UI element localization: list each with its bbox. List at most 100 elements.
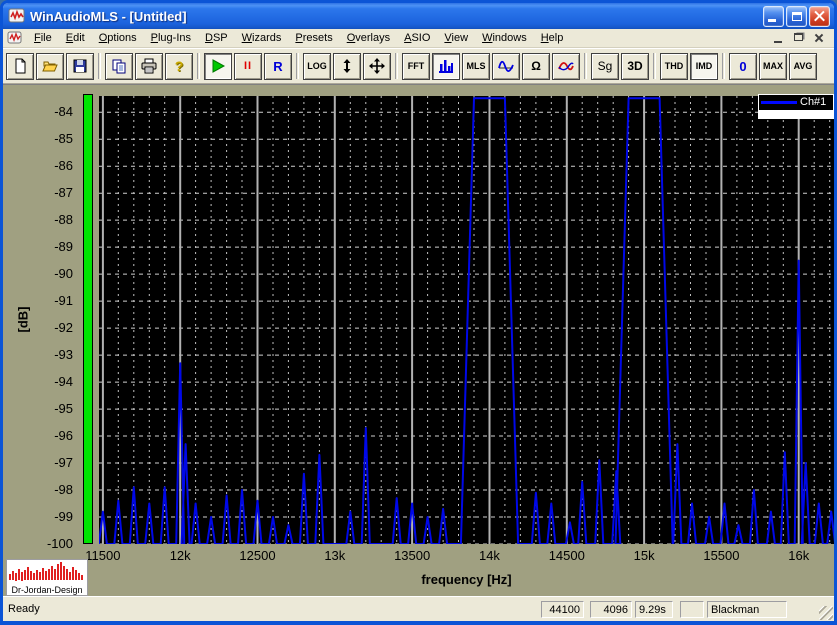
mdi-close-button[interactable] — [812, 32, 826, 44]
y-tick-label: -98 — [54, 482, 73, 498]
y-tick-label: -86 — [54, 158, 73, 174]
move-cross-icon — [369, 58, 385, 74]
y-tick-label: -92 — [54, 320, 73, 336]
minimize-icon — [768, 18, 776, 22]
minimize-button[interactable] — [763, 5, 784, 27]
y-tick-label: -89 — [54, 239, 73, 255]
toolbar-separator — [584, 53, 587, 79]
3d-view-button[interactable]: 3D — [621, 52, 649, 80]
imd-button[interactable]: IMD — [690, 52, 718, 80]
mdi-minimize-button[interactable] — [772, 32, 786, 44]
x-tick-label: 15500 — [703, 548, 740, 563]
impedance-button[interactable]: Ω — [522, 52, 550, 80]
pause-icon: II — [243, 60, 253, 72]
logo-waveform-icon — [9, 562, 83, 581]
save-button[interactable] — [66, 52, 94, 80]
copy-button[interactable] — [105, 52, 133, 80]
menu-help[interactable]: Help — [534, 30, 571, 46]
pause-button[interactable]: II — [234, 52, 262, 80]
pan-zoom-button[interactable] — [363, 52, 391, 80]
status-message: Ready — [8, 603, 40, 615]
help-button[interactable]: ? — [165, 52, 193, 80]
mdi-document-icon — [7, 31, 22, 44]
plot-canvas[interactable] — [99, 96, 834, 544]
menu-overlays[interactable]: Overlays — [340, 30, 397, 46]
mdi-close-icon — [812, 32, 826, 44]
status-window-function: Blackman — [707, 601, 787, 618]
reset-averaging-button[interactable]: 0 — [729, 52, 757, 80]
save-floppy-icon — [73, 59, 87, 73]
x-axis-title: frequency [Hz] — [421, 572, 512, 587]
menu-asio[interactable]: ASIO — [397, 30, 437, 46]
menu-plug-ins[interactable]: Plug-Ins — [144, 30, 198, 46]
signal-generator-button[interactable] — [492, 52, 520, 80]
y-tick-label: -97 — [54, 455, 73, 471]
overlay-curves-button[interactable] — [552, 52, 580, 80]
mls-button[interactable]: MLS — [462, 52, 490, 80]
menu-dsp[interactable]: DSP — [198, 30, 235, 46]
play-button[interactable] — [204, 52, 232, 80]
app-window: WinAudioMLS - [Untitled] File Edit Options… — [0, 0, 837, 625]
red-blue-waves-icon — [558, 62, 574, 71]
y-tick-label: -88 — [54, 212, 73, 228]
toolbar-separator — [197, 53, 200, 79]
mdi-restore-icon — [794, 33, 803, 41]
new-document-icon — [15, 58, 26, 74]
x-tick-label: 16k — [788, 548, 810, 563]
max-hold-button[interactable]: MAX — [759, 52, 787, 80]
menu-view[interactable]: View — [437, 30, 475, 46]
menu-options[interactable]: Options — [92, 30, 144, 46]
maximize-icon — [792, 11, 802, 21]
y-tick-label: -84 — [54, 104, 73, 120]
thd-button[interactable]: THD — [660, 52, 688, 80]
vendor-logo: Dr-Jordan-Design — [6, 559, 88, 596]
status-empty-panel — [680, 601, 704, 618]
print-button[interactable] — [135, 52, 163, 80]
status-bar: Ready 44100 4096 9.29s Blackman — [3, 596, 834, 621]
record-icon: R — [273, 58, 283, 74]
y-tick-label: -94 — [54, 374, 73, 390]
spectrum-bars-icon — [439, 60, 453, 73]
record-button[interactable]: R — [264, 52, 292, 80]
vertical-zoom-button[interactable] — [333, 52, 361, 80]
toolbar-separator — [296, 53, 299, 79]
resize-grip[interactable] — [819, 606, 833, 620]
mdi-restore-button[interactable] — [792, 32, 806, 44]
open-button[interactable] — [36, 52, 64, 80]
copy-icon — [112, 59, 126, 74]
x-tick-label: 12k — [169, 548, 191, 563]
maximize-button[interactable] — [786, 5, 807, 27]
legend-label: Ch#1 — [800, 96, 827, 108]
play-icon — [212, 59, 226, 73]
status-fftsize: 4096 — [590, 601, 632, 618]
close-icon — [810, 7, 829, 26]
y-axis-title: [dB] — [15, 306, 31, 333]
y-tick-label: -95 — [54, 401, 73, 417]
title-bar[interactable]: WinAudioMLS - [Untitled] — [3, 3, 834, 29]
x-tick-label: 12500 — [239, 548, 276, 563]
signal-button[interactable]: Sg — [591, 52, 619, 80]
log-scale-button[interactable]: LOG — [303, 52, 331, 80]
fft-button[interactable]: FFT — [402, 52, 430, 80]
omega-icon: Ω — [531, 59, 541, 73]
mdi-minimize-icon — [774, 41, 782, 43]
average-button[interactable]: AVG — [789, 52, 817, 80]
chart-area: [dB] -84 -85 -86 -87 -88 -89 -90 -91 -92 -93 -94 -9… — [3, 84, 834, 596]
menu-edit[interactable]: Edit — [59, 30, 92, 46]
new-button[interactable] — [6, 52, 34, 80]
open-folder-icon — [42, 61, 58, 72]
window-title: WinAudioMLS - [Untitled] — [30, 8, 187, 24]
legend: Ch#1 — [758, 94, 834, 119]
toolbar-separator — [722, 53, 725, 79]
menu-presets[interactable]: Presets — [288, 30, 339, 46]
menu-file[interactable]: File — [27, 30, 59, 46]
x-tick-label: 13500 — [394, 548, 431, 563]
menu-wizards[interactable]: Wizards — [235, 30, 289, 46]
spectrum-display-button[interactable] — [432, 52, 460, 80]
legend-series-line — [761, 101, 797, 104]
menu-windows[interactable]: Windows — [475, 30, 534, 46]
printer-icon — [141, 58, 157, 74]
toolbar-separator — [653, 53, 656, 79]
status-time: 9.29s — [635, 601, 673, 618]
close-button[interactable] — [809, 5, 830, 27]
